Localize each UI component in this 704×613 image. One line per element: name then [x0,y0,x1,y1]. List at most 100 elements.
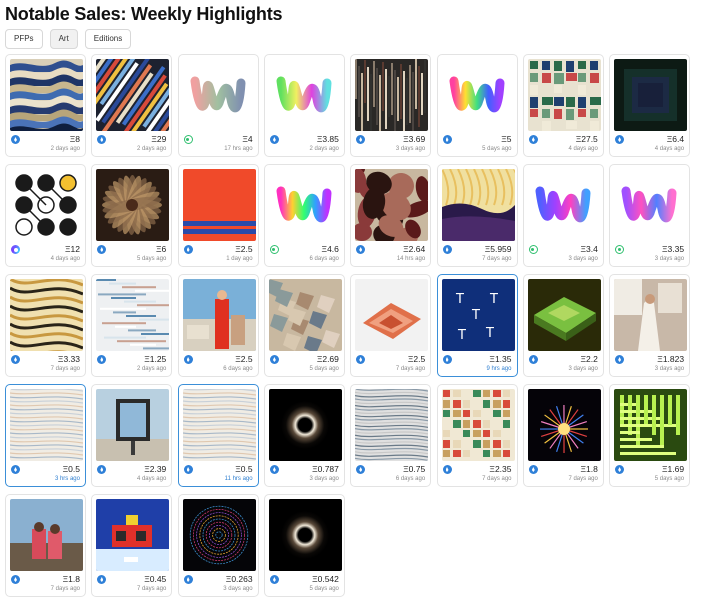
sale-time: 3 days ago [568,256,598,262]
sale-card[interactable]: Ξ6.4 4 days ago [609,54,691,157]
sale-card[interactable]: Ξ2.2 3 days ago [522,274,604,377]
sale-time: 3 hrs ago [54,476,80,482]
artwork-thumbnail[interactable] [268,169,342,241]
sale-card[interactable]: Ξ0.263 3 days ago [177,494,259,597]
artwork-thumbnail[interactable] [355,389,429,461]
artwork-thumbnail[interactable] [268,499,342,571]
artwork-thumbnail[interactable] [527,59,601,131]
sale-card[interactable]: Ξ6 5 days ago [91,164,173,267]
artwork-thumbnail[interactable] [527,169,601,241]
sale-card[interactable]: Ξ1.69 5 days ago [609,384,691,487]
tez-chain-icon [615,245,625,254]
sale-price: Ξ3.69 [403,134,426,144]
artwork-thumbnail[interactable] [10,59,83,131]
sale-card[interactable]: Ξ2.5 1 day ago [177,164,259,267]
sale-price: Ξ2.5 [407,354,426,364]
artwork-thumbnail[interactable] [614,389,688,461]
sale-price: Ξ0.75 [403,464,426,474]
filter-pfps-button[interactable]: PFPs [5,29,43,49]
artwork-thumbnail[interactable] [441,169,515,241]
sale-card[interactable]: Ξ3.85 2 days ago [263,54,345,157]
sale-card[interactable]: Ξ0.5 3 hrs ago [5,384,86,487]
sale-card[interactable]: Ξ0.5 11 hrs ago [177,384,259,487]
sale-card[interactable]: Ξ4.6 6 days ago [263,164,345,267]
artwork-thumbnail[interactable] [96,389,170,461]
artwork-thumbnail[interactable] [441,389,515,461]
artwork-thumbnail[interactable] [268,279,342,351]
sale-card[interactable]: Ξ0.542 5 days ago [263,494,345,597]
sale-card[interactable]: Ξ8 2 days ago [5,54,86,157]
artwork-thumbnail[interactable] [355,169,429,241]
artwork-thumbnail[interactable] [614,279,688,351]
sale-card[interactable]: Ξ2.39 4 days ago [91,384,173,487]
sale-price: Ξ1.8 [62,574,80,584]
eth-chain-icon [356,245,366,254]
filter-editions-button[interactable]: Editions [84,29,132,49]
eth-chain-icon [11,575,20,584]
artwork-thumbnail[interactable] [441,59,515,131]
sale-price: Ξ3.4 [580,244,598,254]
sale-card[interactable]: Ξ3.4 3 days ago [522,164,604,267]
sale-card[interactable]: Ξ12 4 days ago [5,164,86,267]
artwork-thumbnail[interactable] [182,59,256,131]
artwork-thumbnail[interactable] [355,59,429,131]
sale-price: Ξ6 [156,244,167,254]
sale-card[interactable]: Ξ5 5 days ago [436,54,518,157]
sale-card[interactable]: Ξ2.35 7 days ago [436,384,518,487]
artwork-thumbnail[interactable] [268,389,342,461]
artwork-thumbnail[interactable] [527,279,601,351]
sale-card[interactable]: Ξ1.8 7 days ago [522,384,604,487]
eth-chain-icon [269,135,279,144]
artwork-thumbnail[interactable]: TTTTT [441,279,515,351]
sale-card[interactable]: Ξ0.45 7 days ago [91,494,173,597]
eth-chain-icon [442,135,452,144]
sale-time: 2 days ago [50,146,80,152]
sale-card[interactable]: Ξ1.823 3 days ago [609,274,691,377]
sale-card[interactable]: Ξ2.5 6 days ago [177,274,259,377]
sale-card[interactable]: Ξ27.5 4 days ago [522,54,604,157]
eth-chain-icon [615,465,625,474]
artwork-thumbnail[interactable] [614,59,688,131]
sale-card[interactable]: Ξ0.787 3 days ago [263,384,345,487]
artwork-thumbnail[interactable] [268,59,342,131]
artwork-thumbnail[interactable] [96,169,170,241]
sale-card[interactable]: Ξ29 2 days ago [91,54,173,157]
sale-price: Ξ12 [65,244,80,254]
sale-card[interactable]: Ξ2.64 14 hrs ago [350,164,432,267]
sale-card[interactable]: Ξ1.8 7 days ago [5,494,86,597]
artwork-thumbnail[interactable] [527,389,601,461]
eth-chain-icon [183,355,193,364]
sale-card[interactable]: Ξ0.75 6 days ago [350,384,432,487]
sale-card[interactable]: Ξ1.25 2 days ago [91,274,173,377]
filter-art-button[interactable]: Art [49,29,78,49]
sale-card[interactable]: Ξ5.959 7 days ago [436,164,518,267]
artwork-thumbnail[interactable] [96,279,170,351]
artwork-thumbnail[interactable] [182,389,256,461]
eth-chain-icon [97,465,107,474]
artwork-thumbnail[interactable] [10,499,83,571]
artwork-thumbnail[interactable] [10,389,83,461]
sale-price: Ξ2.69 [316,354,339,364]
artwork-thumbnail[interactable] [614,169,688,241]
sale-card[interactable]: Ξ3.69 3 days ago [350,54,432,157]
sale-card[interactable]: Ξ2.5 7 days ago [350,274,432,377]
sale-time: 3 days ago [223,586,253,592]
poly-chain-icon [11,245,20,254]
sale-card[interactable]: T T T T T Ξ1.35 9 hrs ago [436,274,518,377]
artwork-thumbnail[interactable] [182,279,256,351]
artwork-thumbnail[interactable] [96,59,170,131]
sale-price: Ξ8 [69,134,80,144]
sale-card[interactable]: Ξ2.69 5 days ago [263,274,345,377]
artwork-thumbnail[interactable] [355,279,429,351]
artwork-thumbnail[interactable] [182,499,256,571]
sale-card[interactable]: Ξ4 17 hrs ago [177,54,259,157]
sale-card[interactable]: Ξ3.35 3 days ago [609,164,691,267]
artwork-thumbnail[interactable] [10,279,83,351]
sale-time: 4 days ago [654,146,685,152]
artwork-thumbnail[interactable] [96,499,170,571]
sale-price: Ξ1.35 [489,354,512,364]
sale-card[interactable]: Ξ3.33 7 days ago [5,274,86,377]
artwork-thumbnail[interactable] [182,169,256,241]
sale-time: 7 days ago [50,366,80,372]
artwork-thumbnail[interactable] [10,169,83,241]
